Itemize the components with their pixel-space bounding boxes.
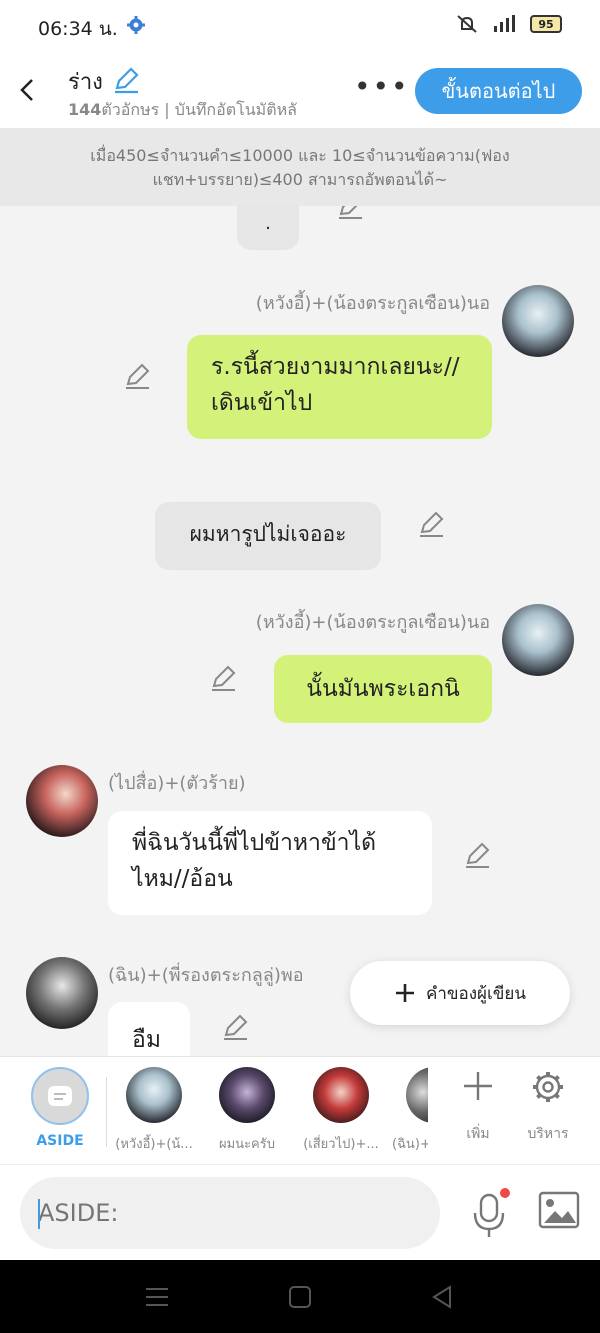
back-triangle-icon[interactable]: [428, 1282, 458, 1312]
character-avatar: [406, 1067, 428, 1123]
mute-bell-icon: [457, 15, 477, 33]
plus-icon: [464, 1072, 492, 1100]
character-selector: ASIDE (หวังอี้)+(น้... ผมนะครับ (เสี่ยวไ…: [0, 1056, 600, 1164]
signal-icon: [494, 15, 515, 32]
character-avatar[interactable]: [26, 765, 98, 837]
battery-indicator: 95: [530, 15, 562, 33]
edit-message-icon[interactable]: [417, 510, 445, 538]
chat-bubble-icon: [48, 1086, 72, 1106]
publish-notice: เมื่อ450≤จำนวนคำ≤10000 และ 10≤จำนวนข้อคว…: [0, 128, 600, 206]
author-note-button[interactable]: คำของผู้เขียน: [350, 961, 570, 1025]
gear-icon: [533, 1072, 563, 1102]
character-avatar: [313, 1067, 369, 1123]
status-bar: 06:34 น. 95: [0, 0, 600, 52]
draft-title: ร่าง: [68, 70, 103, 95]
manage-label: บริหาร: [527, 1126, 569, 1142]
message-bubble[interactable]: ร.รนี้สวยงามมากเลยนะ//เดินเข้าไป: [187, 335, 492, 439]
author-note-label: คำของผู้เขียน: [425, 983, 527, 1004]
character-avatar[interactable]: [26, 957, 98, 1029]
message-bubble[interactable]: อืม: [108, 1002, 190, 1056]
draft-subtitle: 144ตัวอักษร | บันทึกอัตโนมัติหลั: [68, 98, 297, 123]
character-item[interactable]: (ฉิน)+: [392, 1067, 428, 1154]
editor-header: ร่าง 144ตัวอักษร | บันทึกอัตโนมัติหลั ••…: [0, 52, 600, 128]
character-label: ASIDE: [36, 1133, 84, 1149]
edit-pencil-icon[interactable]: [112, 66, 140, 94]
edit-message-icon[interactable]: [209, 664, 237, 692]
character-aside[interactable]: ASIDE: [18, 1067, 102, 1149]
status-time: 06:34 น.: [38, 18, 118, 40]
narration-bubble[interactable]: ผมหารูปไม่เจออะ: [155, 502, 381, 570]
character-avatar[interactable]: [502, 285, 574, 357]
message-bubble[interactable]: .: [237, 206, 299, 250]
speaker-name: (หวังอี้)+(น้องตระกูลเซือน)นอ: [255, 293, 490, 314]
speaker-name: (ฉิน)+(พี่รองตระกลูลู่)พอ: [108, 965, 304, 986]
next-step-button[interactable]: ขั้นตอนต่อไป: [415, 68, 582, 114]
back-arrow-icon[interactable]: [14, 72, 44, 108]
microphone-icon[interactable]: [470, 1187, 510, 1239]
message-input[interactable]: [20, 1177, 440, 1249]
add-character-button[interactable]: เพิ่ม: [448, 1069, 508, 1145]
input-bar: [0, 1164, 600, 1260]
plus-icon: [395, 984, 414, 1002]
char-count: 144: [68, 100, 102, 119]
aside-avatar: [31, 1067, 89, 1125]
add-label: เพิ่ม: [466, 1126, 490, 1142]
settings-gear-icon: [127, 16, 145, 34]
character-avatar[interactable]: [502, 604, 574, 676]
speaker-name: (หวังอี้)+(น้องตระกูลเซือน)นอ: [255, 612, 490, 633]
divider: [106, 1077, 107, 1147]
edit-message-icon[interactable]: [463, 841, 491, 869]
message-bubble[interactable]: นั้นมันพระเอกนิ: [274, 655, 492, 723]
home-icon[interactable]: [285, 1282, 315, 1312]
edit-message-icon[interactable]: [123, 362, 151, 390]
edit-message-icon[interactable]: [221, 1013, 249, 1041]
message-bubble[interactable]: พี่ฉินวันนี้พี่ไปข้าหาข้าได้ไหม//อ้อน: [108, 811, 432, 915]
speaker-name: (ไปสื่อ)+(ตัวร้าย): [108, 773, 246, 794]
character-label: ผมนะครับ: [219, 1137, 275, 1152]
image-icon[interactable]: [538, 1191, 580, 1229]
character-label: (เสี่ยวไป)+...: [303, 1137, 379, 1152]
autosave-text: ตัวอักษร | บันทึกอัตโนมัติหลั: [101, 100, 297, 119]
character-label: (หวังอี้)+(น้...: [115, 1137, 193, 1152]
character-item[interactable]: (เสี่ยวไป)+...: [299, 1067, 383, 1154]
text-caret: [38, 1199, 40, 1229]
character-avatar: [126, 1067, 182, 1123]
character-avatar: [219, 1067, 275, 1123]
menu-icon[interactable]: [142, 1282, 172, 1312]
chat-area[interactable]: . (หวังอี้)+(น้องตระกูลเซือน)นอ ร.รนี้สว…: [0, 206, 600, 1056]
system-nav-bar: [0, 1260, 600, 1333]
manage-button[interactable]: บริหาร: [518, 1069, 578, 1145]
character-label: (ฉิน)+: [392, 1137, 428, 1152]
character-item[interactable]: (หวังอี้)+(น้...: [112, 1067, 196, 1154]
more-options-icon[interactable]: •••: [354, 73, 410, 101]
character-item[interactable]: ผมนะครับ: [205, 1067, 289, 1154]
edit-message-icon[interactable]: [336, 206, 364, 220]
